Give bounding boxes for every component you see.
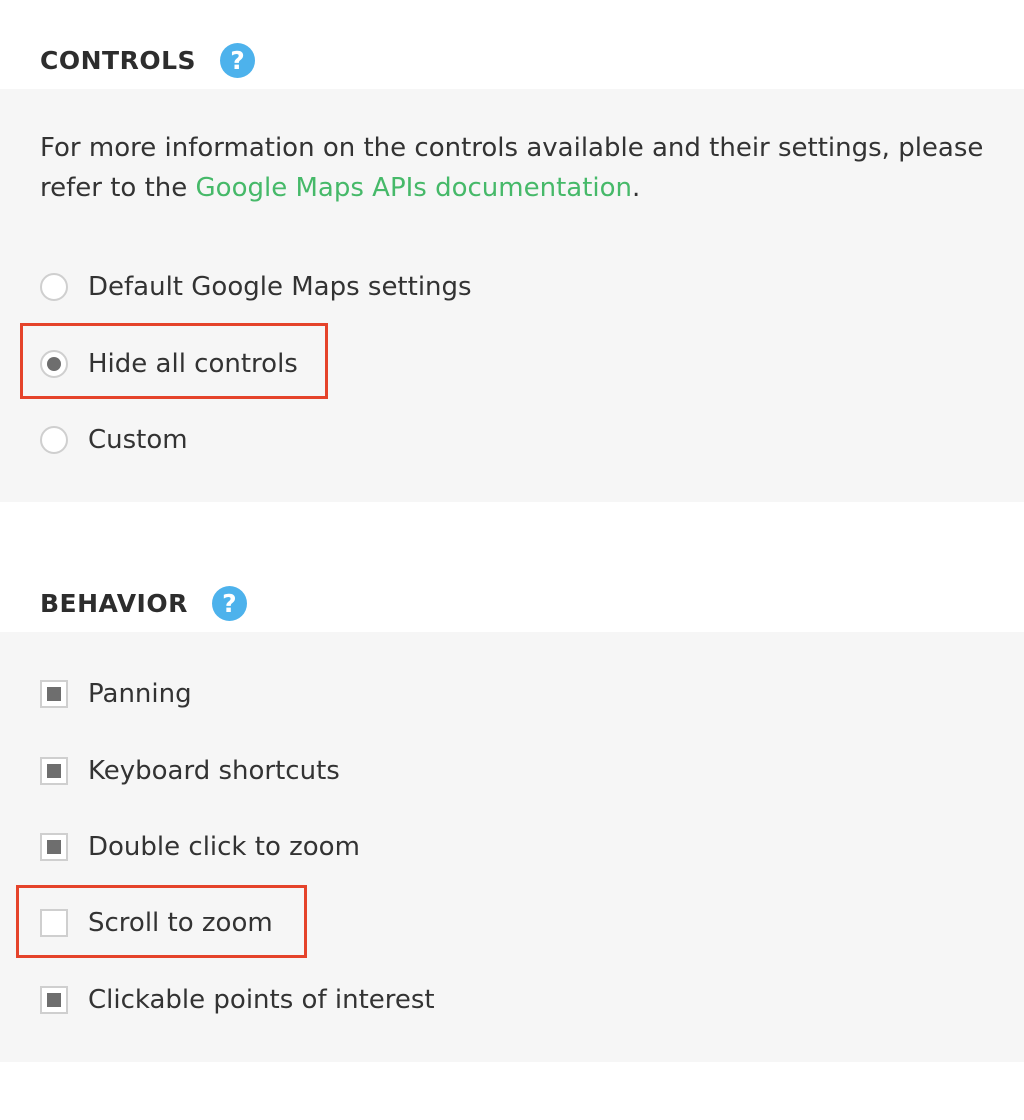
checkbox-option-panning[interactable]: Panning <box>40 674 192 714</box>
checkbox[interactable] <box>40 757 68 785</box>
checkbox[interactable] <box>40 680 68 708</box>
behavior-header: BEHAVIOR ? <box>40 583 247 623</box>
radio-option-custom[interactable]: Custom <box>40 420 188 460</box>
controls-description: For more information on the controls ava… <box>40 128 1000 208</box>
radio-button[interactable] <box>40 426 68 454</box>
google-maps-docs-link[interactable]: Google Maps APIs documentation <box>196 173 633 203</box>
checkbox-label: Panning <box>88 679 192 709</box>
radio-label: Custom <box>88 425 188 455</box>
controls-title: CONTROLS <box>40 45 197 75</box>
radio-label: Default Google Maps settings <box>88 272 472 302</box>
description-end: . <box>632 173 641 203</box>
highlight-box-hide-all <box>20 323 328 399</box>
highlight-box-scroll-to-zoom <box>16 885 307 958</box>
checkbox-option-double-click-zoom[interactable]: Double click to zoom <box>40 827 360 867</box>
checkbox[interactable] <box>40 833 68 861</box>
checkbox[interactable] <box>40 986 68 1014</box>
radio-option-default[interactable]: Default Google Maps settings <box>40 267 472 307</box>
checkbox-label: Double click to zoom <box>88 832 360 862</box>
checkbox-option-keyboard-shortcuts[interactable]: Keyboard shortcuts <box>40 751 340 791</box>
question-mark-icon[interactable]: ? <box>211 585 247 621</box>
question-mark-icon[interactable]: ? <box>220 42 256 78</box>
radio-button[interactable] <box>40 273 68 301</box>
behavior-title: BEHAVIOR <box>40 588 188 618</box>
settings-page: CONTROLS ? For more information on the c… <box>0 0 1024 1120</box>
controls-header: CONTROLS ? <box>40 40 256 80</box>
checkbox-label: Clickable points of interest <box>88 985 435 1015</box>
checkbox-option-clickable-poi[interactable]: Clickable points of interest <box>40 980 435 1020</box>
checkbox-label: Keyboard shortcuts <box>88 756 340 786</box>
